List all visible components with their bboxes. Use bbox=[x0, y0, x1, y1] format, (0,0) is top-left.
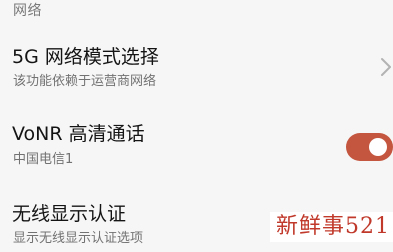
vonr-toggle-switch[interactable] bbox=[346, 133, 393, 161]
toggle-knob bbox=[369, 138, 387, 156]
setting-row-5g-network-mode[interactable]: 5G 网络模式选择 该功能依赖于运营商网络 bbox=[0, 40, 393, 100]
setting-title: VoNR 高清通话 bbox=[12, 123, 145, 145]
chevron-right-icon bbox=[379, 56, 393, 78]
setting-subtitle: 该功能依赖于运营商网络 bbox=[13, 74, 157, 89]
section-header-network: 网络 bbox=[13, 3, 42, 19]
setting-subtitle: 中国电信1 bbox=[13, 152, 74, 167]
setting-title: 无线显示认证 bbox=[12, 203, 127, 225]
setting-subtitle: 显示无线显示认证选项 bbox=[13, 231, 144, 246]
setting-row-vonr-hd-call: VoNR 高清通话 中国电信1 bbox=[0, 116, 393, 176]
setting-title: 5G 网络模式选择 bbox=[12, 46, 159, 68]
watermark-text: 新鲜事521 bbox=[276, 214, 390, 239]
watermark: 新鲜事521 bbox=[270, 212, 393, 242]
